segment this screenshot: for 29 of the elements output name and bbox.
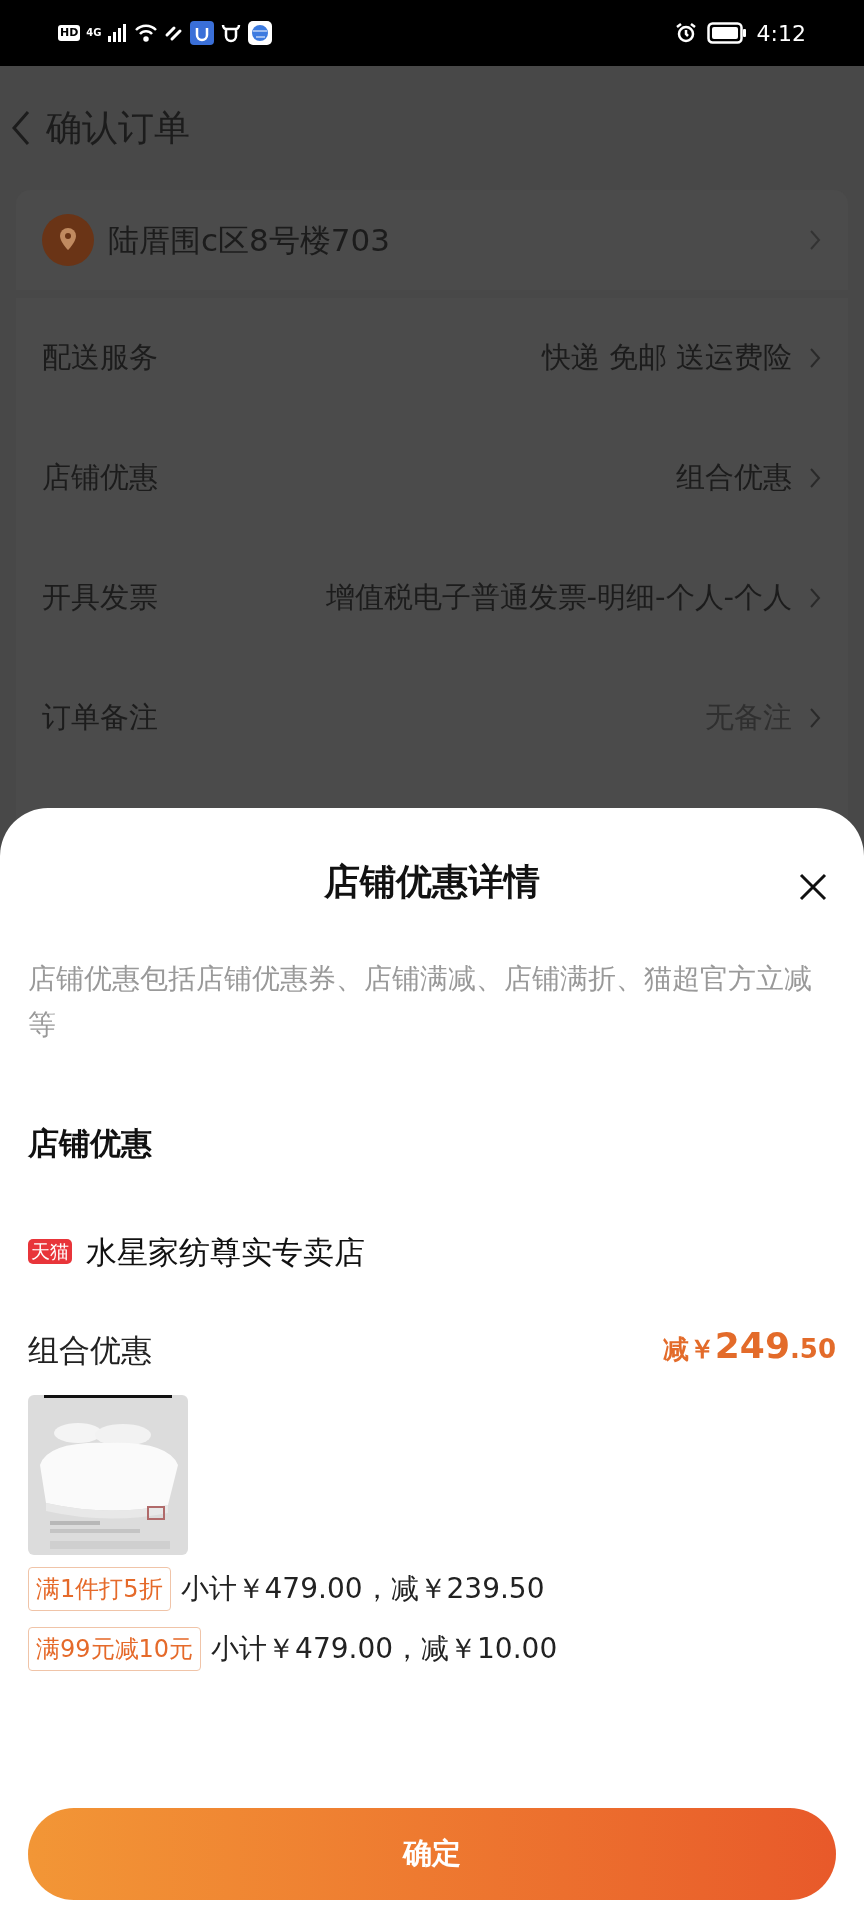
section-title: 店铺优惠 — [28, 1124, 153, 1163]
hd-badge: HD — [58, 25, 81, 41]
app-icon — [189, 21, 214, 45]
sheet-description: 店铺优惠包括店铺优惠券、店铺满减、店铺满折、猫超官方立减等 — [28, 961, 813, 1043]
sheet-title: 店铺优惠详情 — [324, 860, 540, 904]
battery-icon — [706, 22, 747, 44]
wifi-icon — [133, 24, 158, 42]
globe-icon — [247, 21, 272, 45]
store-name: 水星家纺尊实专卖店 — [86, 1232, 365, 1272]
clock-time: 4:12 — [756, 19, 806, 48]
discount-amount: 减￥249.50 — [662, 1324, 836, 1368]
confirm-button[interactable]: 确定 — [28, 1808, 836, 1900]
store-badge: 天猫 — [28, 1239, 72, 1265]
promo-tag: 满1件打5折 — [28, 1567, 171, 1611]
chevron-right-icon — [808, 228, 822, 252]
link-icon — [163, 24, 184, 42]
network-label: 4G — [86, 28, 102, 38]
location-pin-icon — [42, 214, 94, 266]
chevron-right-icon — [808, 586, 822, 610]
chevron-right-icon — [808, 466, 822, 490]
promo-detail: 小计￥479.00，减￥10.00 — [211, 1631, 558, 1667]
promo-tag: 满99元减10元 — [28, 1627, 202, 1671]
promo-detail: 小计￥479.00，减￥239.50 — [180, 1571, 545, 1607]
alarm-icon — [674, 22, 697, 44]
chevron-right-icon — [808, 706, 822, 730]
chevron-right-icon — [808, 346, 822, 370]
signal-icon — [107, 24, 128, 42]
cow-icon — [219, 22, 242, 44]
discount-label: 组合优惠 — [28, 1330, 152, 1370]
